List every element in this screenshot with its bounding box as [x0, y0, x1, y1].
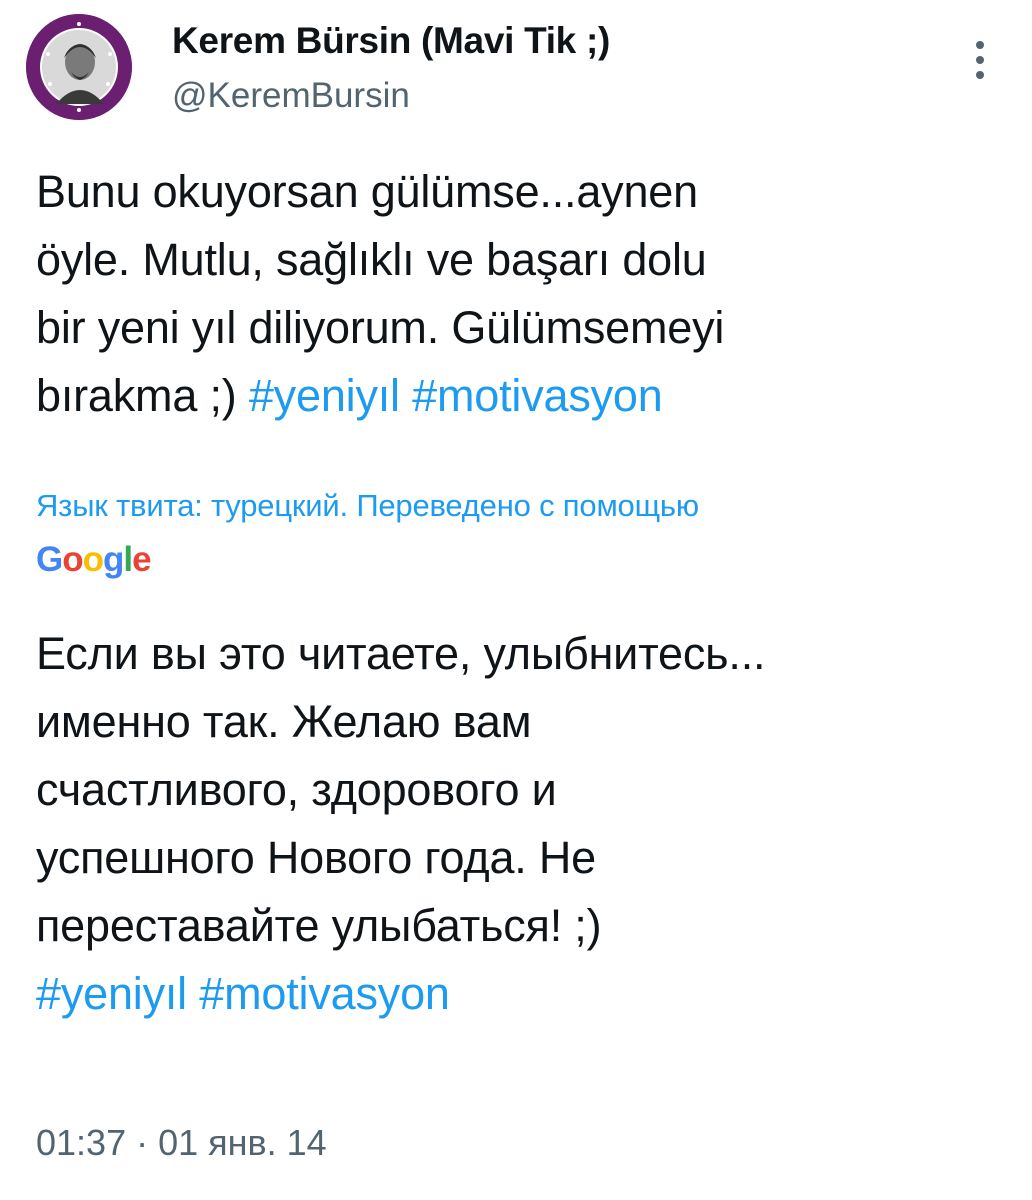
translation-note[interactable]: Язык твита: турецкий. Переведено с помощ… [36, 488, 699, 524]
hashtag-link[interactable]: #yeniyıl [36, 968, 187, 1019]
hashtag-link[interactable]: #yeniyıl [249, 370, 400, 421]
tweet: Kerem Bürsin (Mavi Tik ;) @KeremBursin B… [0, 0, 1032, 1200]
tweet-text-line: bırakma ;) #yeniyıl #motivasyon [36, 370, 663, 421]
tweet-timestamp[interactable]: 01:37 · 01 янв. 14 [36, 1122, 327, 1164]
tweet-text-line: Bunu okuyorsan gülümse...aynen [36, 166, 698, 217]
google-logo-letter: g [103, 540, 124, 579]
google-logo-letter: o [82, 540, 104, 579]
hashtag-link[interactable]: #motivasyon [199, 968, 450, 1019]
avatar[interactable] [26, 14, 132, 120]
google-logo-letter: l [123, 540, 133, 579]
author-handle[interactable]: @KeremBursin [172, 76, 410, 116]
translated-text-line: успешного Нового года. Не [36, 832, 597, 883]
tweet-text-line: öyle. Mutlu, sağlıklı ve başarı dolu [36, 234, 707, 285]
more-vertical-icon [976, 41, 984, 79]
more-button[interactable] [960, 36, 1000, 84]
translated-text-line: #yeniyıl #motivasyon [36, 960, 996, 1028]
translated-text-line: Если вы это читаете, улыбнитесь... [36, 628, 766, 679]
google-logo-letter: G [36, 540, 63, 579]
translated-text-line: счастливого, здорового и [36, 764, 557, 815]
author-display-name[interactable]: Kerem Bürsin (Mavi Tik ;) [172, 20, 610, 62]
google-logo-letter: o [62, 540, 83, 579]
translated-text-line: переставайте улыбаться! ;) [36, 900, 602, 951]
translated-text-line: именно так. Желаю вам [36, 696, 532, 747]
translated-text: Если вы это читаете, улыбнитесь... именн… [36, 620, 996, 1028]
hashtag-link[interactable]: #motivasyon [412, 370, 663, 421]
tweet-text: Bunu okuyorsan gülümse...aynen öyle. Mut… [36, 158, 996, 430]
avatar-image [26, 14, 132, 120]
tweet-text-line: bir yeni yıl diliyorum. Gülümsemeyi [36, 302, 725, 353]
google-logo-letter: e [132, 540, 151, 579]
google-logo: Google [36, 540, 152, 580]
